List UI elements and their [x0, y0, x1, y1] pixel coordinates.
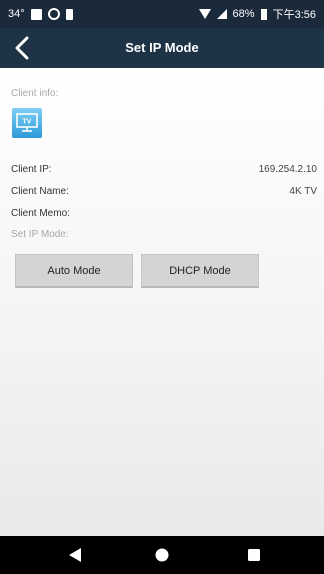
client-name-value: 4K TV: [289, 186, 317, 197]
battery-percent: 68%: [232, 8, 255, 20]
home-circle-icon: [155, 548, 169, 562]
sync-notification-icon: [47, 8, 60, 20]
nav-back-button[interactable]: [45, 536, 105, 574]
status-bar-right: 68% 下午3:56: [198, 6, 316, 22]
client-ip-label: Client IP:: [11, 164, 52, 175]
client-memo-label: Client Memo:: [11, 208, 70, 219]
set-ip-mode-label: Set IP Mode:: [11, 229, 69, 240]
wifi-icon: [198, 9, 211, 19]
image-notification-icon: [30, 8, 42, 20]
signal-icon: [216, 9, 227, 19]
clock: 下午3:56: [272, 9, 316, 21]
main-content: Client info: TV Client IP: 169.254.2.10 …: [0, 68, 324, 536]
client-ip-value: 169.254.2.10: [258, 164, 317, 175]
system-nav-bar: [0, 536, 324, 574]
nav-home-button[interactable]: [132, 536, 192, 574]
page-title: Set IP Mode: [125, 40, 199, 55]
battery-notification-icon: [65, 8, 73, 20]
client-info-label: Client info:: [11, 88, 59, 99]
tv-icon-label: TV: [23, 119, 32, 126]
back-triangle-icon: [69, 548, 81, 562]
tv-glyph: TV: [16, 113, 38, 132]
tv-icon: TV: [12, 108, 42, 138]
dhcp-mode-button[interactable]: DHCP Mode: [141, 254, 259, 288]
battery-icon: [260, 8, 267, 20]
temperature-text: 34°: [8, 8, 25, 20]
nav-recents-button[interactable]: [224, 536, 284, 574]
status-bar-left: 34°: [8, 8, 73, 20]
client-name-label: Client Name:: [11, 186, 69, 197]
app-bar: Set IP Mode: [0, 28, 324, 68]
recents-square-icon: [248, 549, 260, 561]
status-bar: 34° 68% 下午3:56: [0, 0, 324, 28]
auto-mode-button[interactable]: Auto Mode: [15, 254, 133, 288]
